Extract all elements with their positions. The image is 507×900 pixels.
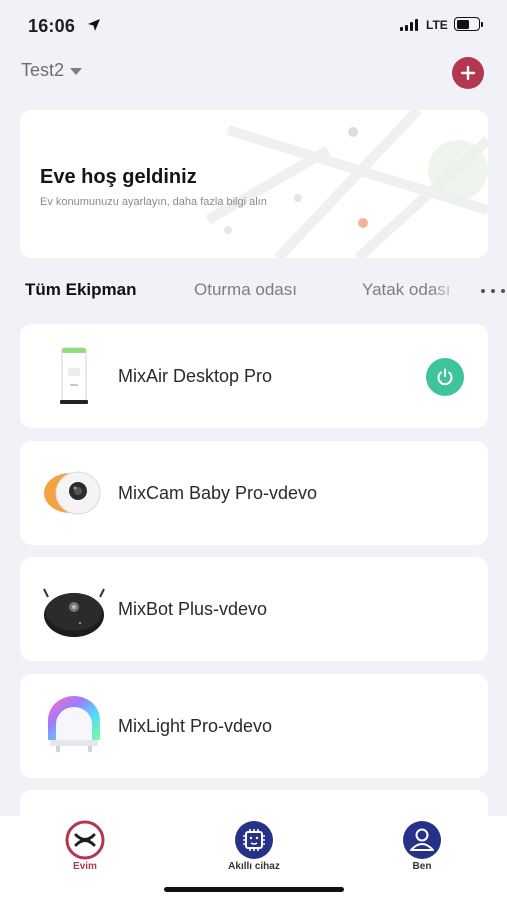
nav-label-profile: Ben <box>412 861 432 872</box>
network-type: LTE <box>426 18 448 32</box>
device-card-mixcam[interactable]: MixCam Baby Pro-vdevo <box>20 441 488 545</box>
device-name: MixBot Plus-vdevo <box>118 599 268 619</box>
user-profile-icon <box>403 821 441 859</box>
tab-living-room[interactable]: Oturma odası <box>194 280 297 300</box>
power-icon <box>437 368 453 386</box>
tab-fade <box>430 280 475 304</box>
air-purifier-icon <box>60 347 88 404</box>
nav-label-smart-device: Akıllı cihaz <box>228 861 280 872</box>
device-name: MixCam Baby Pro-vdevo <box>118 483 318 503</box>
status-time: 16:06 <box>28 16 76 36</box>
device-name: MixAir Desktop Pro <box>118 366 273 386</box>
plus-icon <box>460 65 476 81</box>
home-name: Test2 <box>21 60 65 80</box>
nav-home[interactable]: Evim <box>35 820 135 872</box>
smart-light-icon <box>48 696 100 752</box>
welcome-card[interactable]: Eve hoş geldiniz Ev konumunuzu ayarlayın… <box>20 110 488 258</box>
map-background <box>205 110 488 258</box>
nav-profile[interactable]: Ben <box>372 820 472 872</box>
nav-label-home: Evim <box>73 861 97 872</box>
screen: 16:06 LTE Test2 Eve hoş geldiniz Ev konu… <box>0 0 507 900</box>
add-button[interactable] <box>452 57 484 89</box>
tab-all-equipment[interactable]: Tüm Ekipman <box>25 280 136 300</box>
home-selector[interactable]: Test2 <box>21 60 83 81</box>
chip-device-icon <box>235 821 273 859</box>
chevron-down-icon <box>70 68 83 75</box>
battery-icon <box>454 17 483 31</box>
device-card-mixbot[interactable]: MixBot Plus-vdevo <box>20 557 488 661</box>
home-logo-icon <box>65 820 105 860</box>
home-indicator[interactable] <box>164 887 344 892</box>
device-card-mixlight[interactable]: MixLight Pro-vdevo <box>20 674 488 778</box>
more-tabs-button[interactable] <box>481 286 505 296</box>
nav-smart-device[interactable]: Akıllı cihaz <box>204 820 304 872</box>
baby-camera-icon <box>44 471 101 515</box>
robot-vacuum-icon <box>43 588 105 637</box>
location-arrow-icon <box>88 19 100 31</box>
welcome-subtitle: Ev konumunuzu ayarlayın, daha fazla bilg… <box>40 196 267 208</box>
bottom-nav: Evim Akıllı cihaz Ben <box>0 816 507 900</box>
status-bar: 16:06 LTE <box>0 0 507 48</box>
room-tabs: Tüm Ekipman Oturma odası Yatak odası <box>25 280 505 304</box>
power-button[interactable] <box>426 358 464 396</box>
signal-icon <box>400 19 418 31</box>
device-name: MixLight Pro-vdevo <box>118 716 273 736</box>
device-card-mixair[interactable]: MixAir Desktop Pro <box>20 324 488 428</box>
welcome-title: Eve hoş geldiniz <box>40 166 197 188</box>
